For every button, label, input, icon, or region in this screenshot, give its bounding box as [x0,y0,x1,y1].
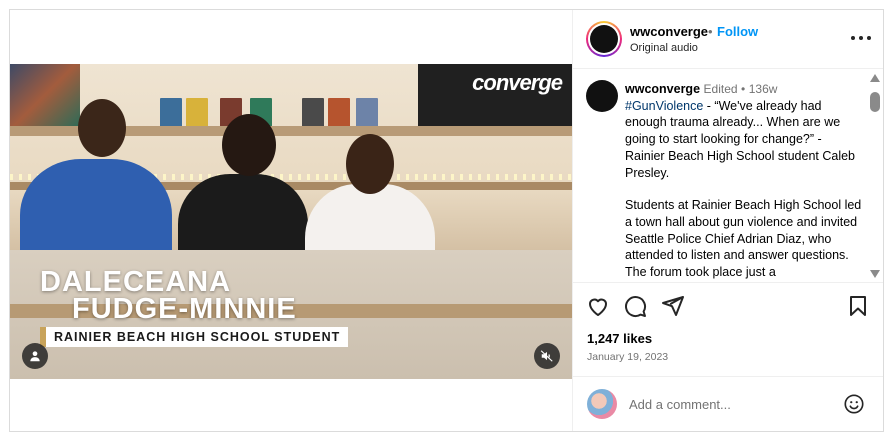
scroll-thumb[interactable] [870,92,880,112]
post-age[interactable]: 136w [749,82,778,96]
scroll-down-arrow-icon[interactable] [870,270,880,278]
author-username[interactable]: wwconverge [630,24,708,39]
lower-third-name-line2: FUDGE-MINNIE [72,293,297,325]
emoji-icon[interactable] [843,393,865,415]
heart-icon[interactable] [586,294,610,318]
post-header: wwconverge • Follow Original audio [573,10,883,69]
mute-button[interactable] [534,343,560,369]
muted-speaker-icon [540,350,553,362]
separator-dot: • [708,24,713,39]
brand-watermark: converge [472,70,563,95]
caption-scrollbar[interactable] [869,70,881,282]
media-area: converge DALECEANA FUDGE-MINNIE RAINIER … [10,10,572,431]
more-options-button[interactable] [851,30,871,46]
follow-button[interactable]: Follow [717,24,758,39]
current-user-avatar [587,389,617,419]
caption-body-p2: Students at Rainier Beach High School le… [625,198,862,280]
comment-input[interactable] [629,394,829,414]
more-icon [851,36,855,40]
user-icon [30,351,40,362]
post-date[interactable]: January 19, 2023 [587,351,668,363]
audio-label[interactable]: Original audio [630,42,698,54]
action-bar: 1,247 likes January 19, 2023 [573,282,883,376]
lower-third-subtitle: RAINIER BEACH HIGH SCHOOL STUDENT [40,327,349,347]
comment-bar [573,376,883,431]
avatar-image [590,25,618,53]
likes-count[interactable]: 1,247 likes [587,331,652,346]
edited-label: Edited [703,82,738,96]
caption-text: wwconverge Edited • 136w #GunViolence - … [625,81,863,281]
scroll-up-arrow-icon[interactable] [870,74,880,82]
tagged-users-button[interactable] [22,343,48,369]
caption-avatar[interactable] [586,80,618,112]
post-container: converge DALECEANA FUDGE-MINNIE RAINIER … [9,9,884,432]
caption-username[interactable]: wwconverge [625,82,700,96]
bookmark-icon[interactable] [846,294,870,318]
caption-scroll-area[interactable]: wwconverge Edited • 136w #GunViolence - … [573,70,883,282]
post-side-panel: wwconverge • Follow Original audio wwcon… [572,10,883,431]
hashtag-link[interactable]: #GunViolence [625,99,703,113]
author-avatar[interactable] [586,21,622,57]
comment-icon[interactable] [623,294,647,318]
caption-dot: • [741,82,746,96]
share-icon[interactable] [661,294,685,318]
video-player[interactable]: converge DALECEANA FUDGE-MINNIE RAINIER … [10,64,572,379]
